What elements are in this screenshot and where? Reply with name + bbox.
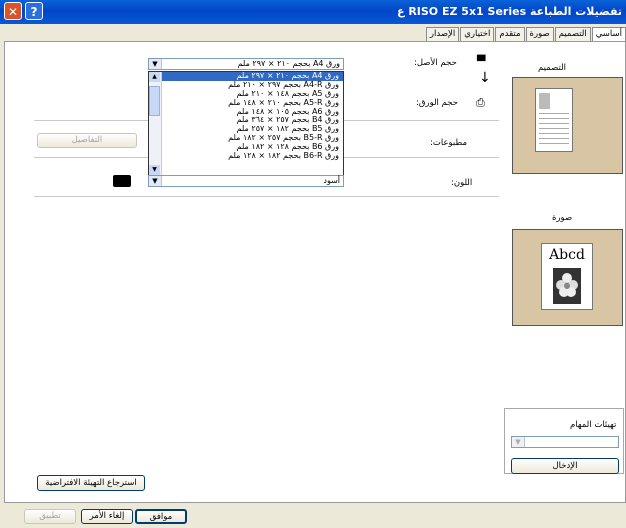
ok-button[interactable]: موافق [135, 509, 187, 524]
close-icon[interactable]: ✕ [4, 2, 22, 20]
paper-size-label: حجم الورق: [416, 98, 459, 108]
dropdown-scrollbar[interactable]: ▲ ▼ [149, 72, 162, 175]
dropdown-option[interactable]: ورق A6 بحجم ١٠٥ × ١٤٨ ملم [161, 108, 343, 117]
dropdown-option[interactable]: ورق A4-R بحجم ٢٩٧ × ٢١٠ ملم [161, 81, 343, 90]
dropdown-option[interactable]: ورق A5-R بحجم ٢١٠ × ١٤٨ ملم [161, 99, 343, 108]
dropdown-option[interactable]: ورق A5 بحجم ١٤٨ × ٢١٠ ملم [161, 90, 343, 99]
window-title: تفضيلات الطباعة RISO EZ 5x1 Series ع [396, 5, 622, 18]
help-icon[interactable]: ? [25, 2, 43, 20]
tab-strip: أساسي التصميم صورة متقدم اختياري الإصدار [425, 27, 626, 43]
tab-version[interactable]: الإصدار [425, 27, 460, 41]
tab-optional[interactable]: اختياري [460, 27, 495, 41]
dropdown-list: ورق A4 بحجم ٢١٠ × ٢٩٧ ملم ورق A4-R بحجم ٢… [149, 72, 343, 161]
cancel-button[interactable]: إلغاء الأمر [81, 509, 133, 524]
paper-tray-icon: ⎙ [476, 96, 485, 109]
dropdown-option[interactable]: ورق A4 بحجم ٢١٠ × ٢٩٧ ملم [161, 72, 343, 81]
original-document-icon: ▀ [477, 55, 486, 68]
chevron-down-icon[interactable]: ▼ [149, 59, 162, 69]
color-value: أسود [323, 176, 340, 185]
dropdown-option[interactable]: ورق B6-R بحجم ١٨٢ × ١٢٨ ملم [161, 152, 343, 161]
chevron-down-icon[interactable]: ▼ [149, 176, 162, 186]
original-size-dropdown[interactable]: ▲ ▼ ورق A4 بحجم ٢١٠ × ٢٩٧ ملم ورق A4-R بح… [148, 71, 344, 176]
original-size-label: حجم الأصل: [414, 58, 457, 68]
scroll-down-icon[interactable]: ▼ [149, 165, 160, 175]
job-settings-select[interactable]: ▼ [511, 436, 619, 448]
document-preview-icon [535, 88, 573, 152]
details-button[interactable]: التفاصيل [37, 133, 137, 148]
original-size-select[interactable]: ▼ ورق A4 بحجم ٢١٠ × ٢٩٧ ملم [148, 58, 344, 70]
tab-image[interactable]: صورة [525, 27, 554, 41]
apply-button[interactable]: تطبيق [24, 509, 76, 524]
layout-section-title: التصميم [538, 63, 567, 73]
dropdown-option[interactable]: ورق B5 بحجم ١٨٢ × ٢٥٧ ملم [161, 125, 343, 134]
layout-preview [512, 77, 623, 174]
dropdown-option[interactable]: ورق B5-R بحجم ٢٥٧ × ١٨٢ ملم [161, 134, 343, 143]
preview-text: Abcd [549, 247, 585, 263]
color-select[interactable]: ▼ أسود [148, 175, 344, 187]
image-preview-page: Abcd [541, 243, 593, 310]
original-size-value: ورق A4 بحجم ٢١٠ × ٢٩٧ ملم [237, 59, 340, 68]
arrow-down-icon: ↓ [479, 70, 491, 86]
job-settings-title: تهيئات المهام [570, 420, 617, 430]
job-input-button[interactable]: الإدخال [511, 458, 619, 474]
image-section-title: صورة [552, 213, 573, 223]
scroll-thumb[interactable] [149, 86, 160, 116]
tab-layout[interactable]: التصميم [554, 27, 591, 41]
flower-photo-icon [553, 268, 581, 304]
color-label: اللون: [451, 178, 473, 188]
dropdown-option[interactable]: ورق B6 بحجم ١٢٨ × ١٨٢ ملم [161, 143, 343, 152]
chevron-down-icon[interactable]: ▼ [512, 437, 525, 447]
restore-defaults-button[interactable]: استرجاع التهيئة الافتراضية [37, 475, 145, 491]
tab-advanced[interactable]: متقدم [495, 27, 525, 41]
title-bar: ✕ ? تفضيلات الطباعة RISO EZ 5x1 Series ع [0, 0, 626, 24]
image-preview: Abcd [512, 229, 623, 326]
color-swatch-icon [113, 175, 131, 187]
scroll-up-icon[interactable]: ▲ [149, 72, 160, 82]
divider [34, 196, 499, 197]
prints-label: مطبوعات: [430, 138, 468, 148]
dropdown-option[interactable]: ورق B4 بحجم ٢٥٧ × ٣٦٤ ملم [161, 116, 343, 125]
